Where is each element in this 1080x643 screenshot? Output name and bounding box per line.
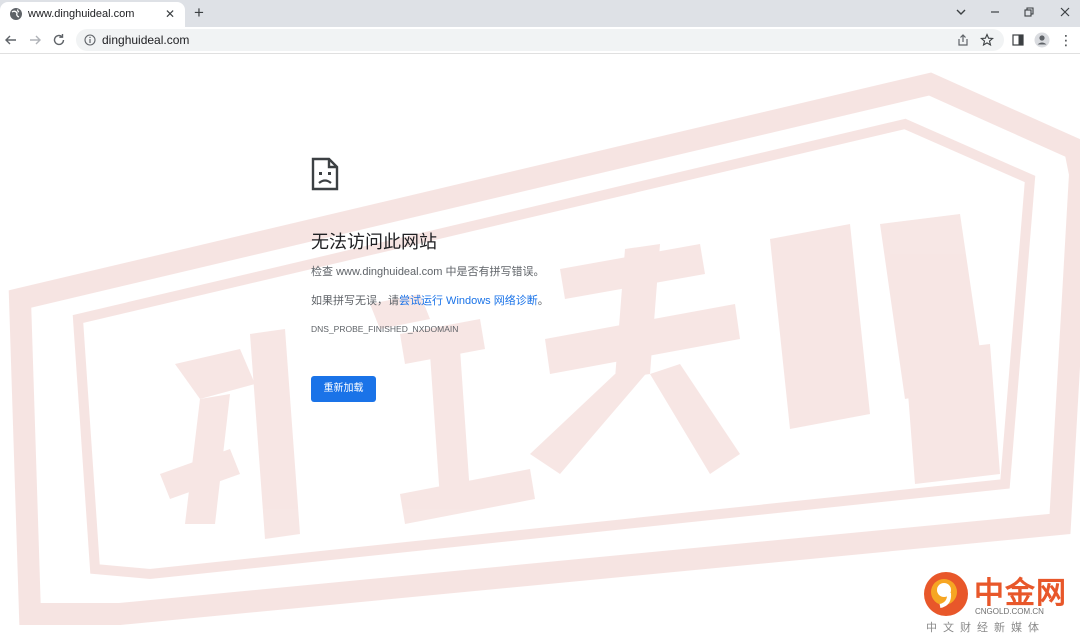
side-panel-icon[interactable] (1011, 33, 1025, 47)
minimize-icon (991, 11, 999, 13)
reload-button[interactable] (50, 31, 68, 49)
bookmark-star-icon[interactable] (980, 33, 994, 47)
kebab-menu-icon: ⋮ (1059, 32, 1073, 48)
info-icon[interactable] (84, 34, 96, 46)
tab-close-icon[interactable]: ✕ (162, 6, 178, 22)
sad-page-icon (311, 157, 339, 191)
tab-title: www.dinghuideal.com (28, 8, 135, 20)
reload-page-button[interactable]: 重新加载 (311, 376, 376, 402)
error-code: DNS_PROBE_FINISHED_NXDOMAIN (311, 324, 459, 334)
close-icon (1060, 7, 1070, 17)
suggest-suffix: 。 (537, 295, 549, 307)
forward-button[interactable] (26, 31, 44, 49)
minimize-button[interactable] (980, 2, 1010, 22)
address-bar[interactable]: dinghuideal.com (76, 29, 1004, 51)
check-prefix: 检查 (311, 266, 337, 278)
logo-url: CNGOLD.COM.CN (975, 607, 1044, 616)
globe-icon (10, 8, 22, 20)
close-window-button[interactable] (1050, 2, 1080, 22)
browser-tab[interactable]: www.dinghuideal.com ✕ (0, 2, 185, 27)
back-button[interactable] (2, 31, 20, 49)
error-check-message: 检查 www.dinghuideal.com 中是否有拼写错误。 (311, 263, 545, 279)
stamp-watermark (8, 72, 1080, 625)
share-icon[interactable] (956, 33, 970, 47)
check-domain: www.dinghuideal.com (336, 266, 443, 278)
network-diagnostics-link[interactable]: 尝试运行 Windows 网络诊断 (399, 295, 538, 307)
reload-icon (53, 34, 65, 46)
logo-subtitle: 中文财经新媒体 (926, 622, 1045, 634)
arrow-right-icon (30, 35, 41, 45)
arrow-left-icon (5, 35, 16, 45)
tab-strip: www.dinghuideal.com ✕ + (0, 0, 1080, 27)
menu-button[interactable]: ⋮ (1057, 31, 1075, 49)
new-tab-button[interactable]: + (190, 4, 208, 22)
error-title: 无法访问此网站 (311, 232, 437, 252)
page-content: 无法访问此网站 检查 www.dinghuideal.com 中是否有拼写错误。… (0, 54, 1080, 643)
chevron-down-icon (956, 9, 966, 15)
browser-toolbar: dinghuideal.com ⋮ (0, 27, 1080, 54)
cngold-logo-icon (924, 572, 968, 616)
tab-search-chevron-down-icon[interactable] (946, 2, 976, 22)
check-suffix: 中是否有拼写错误。 (442, 266, 545, 278)
logo-name: 中金网 (974, 576, 1067, 611)
restore-icon (1024, 7, 1034, 17)
url-text[interactable]: dinghuideal.com (102, 33, 189, 47)
profile-avatar-icon[interactable] (1034, 32, 1050, 48)
restore-button[interactable] (1014, 2, 1044, 22)
suggest-prefix: 如果拼写无误，请 (311, 295, 399, 307)
error-suggestion-message: 如果拼写无误，请尝试运行 Windows 网络诊断。 (311, 292, 549, 308)
